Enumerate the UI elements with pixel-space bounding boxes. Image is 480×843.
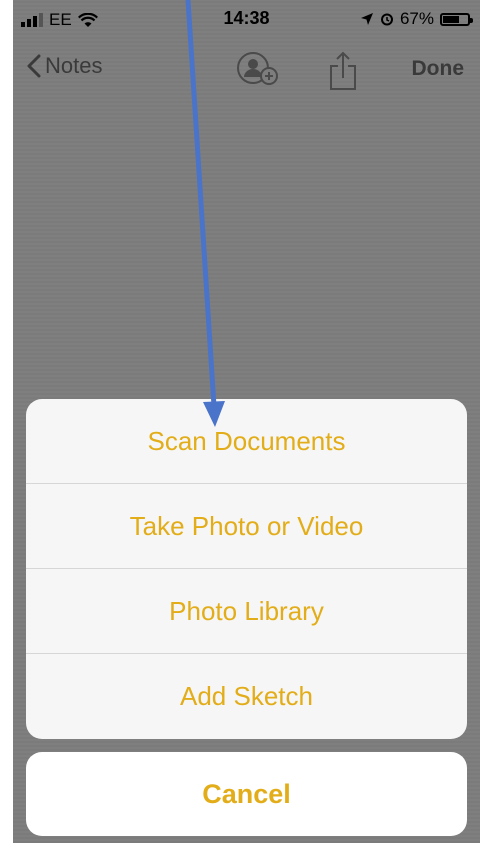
- done-button[interactable]: Done: [412, 57, 465, 81]
- app-screen: EE 14:38 67% Notes Done Scan Documents T…: [13, 0, 480, 843]
- battery-percent: 67%: [399, 9, 434, 28]
- back-label: Notes: [45, 53, 103, 78]
- back-button[interactable]: Notes: [27, 53, 102, 79]
- add-sketch-option[interactable]: Add Sketch: [26, 654, 467, 739]
- nav-bar: Notes Done: [13, 45, 480, 95]
- location-arrow-icon: [360, 13, 373, 25]
- battery-fill: [443, 15, 459, 23]
- take-photo-video-option[interactable]: Take Photo or Video: [26, 484, 467, 569]
- chevron-left-icon: [27, 54, 41, 78]
- alarm-icon: [380, 13, 393, 26]
- scan-documents-option[interactable]: Scan Documents: [26, 399, 467, 484]
- share-icon[interactable]: [329, 51, 357, 91]
- status-right: 67%: [360, 9, 473, 29]
- cancel-button[interactable]: Cancel: [26, 752, 467, 836]
- status-bar: EE 14:38 67%: [13, 0, 480, 40]
- battery-icon: [440, 12, 473, 26]
- add-people-icon[interactable]: [235, 51, 285, 87]
- action-sheet: Scan Documents Take Photo or Video Photo…: [26, 399, 467, 739]
- photo-library-option[interactable]: Photo Library: [26, 569, 467, 654]
